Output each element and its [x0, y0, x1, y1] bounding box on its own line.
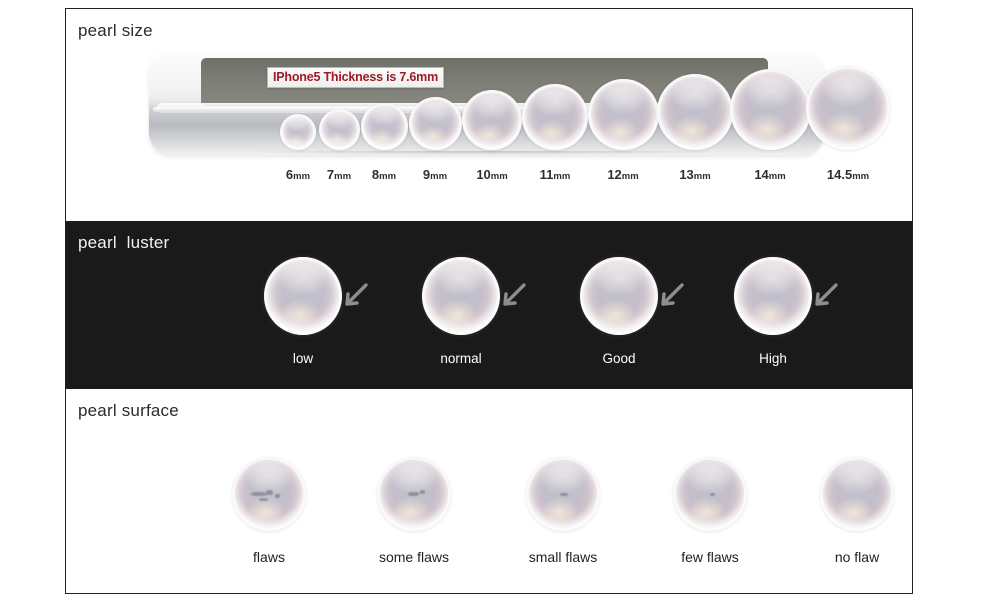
pearl-surface-small-flaws [526, 457, 600, 531]
pearl-luster-normal [422, 257, 500, 335]
pearl-luster-low [264, 257, 342, 335]
pearl-surface-blemish [408, 491, 420, 496]
pearl-size-label: 11mm [539, 167, 571, 182]
pearl-size-label: 14mm [754, 167, 786, 182]
pearl-surface-blemish [274, 494, 280, 498]
pearl-size-label: 13mm [679, 167, 711, 182]
luster-pointer-arrow-icon [503, 283, 526, 306]
pearl-size-10mm [462, 90, 522, 150]
pearl-luster-good [580, 257, 658, 335]
pearl-surface-label: no flaw [834, 549, 880, 565]
section-title-pearl-size: pearl size [78, 21, 153, 40]
luster-pointer-arrow-icon [815, 283, 838, 306]
luster-pointer-arrow-icon [661, 283, 684, 306]
pearl-surface-no-flaw [820, 457, 894, 531]
pearl-grading-chart: pearl size IPhone5 Thickness is 7.6mm 6m… [65, 8, 913, 594]
pearl-size-label: 10mm [476, 167, 508, 182]
pearl-size-label: 6mm [285, 167, 311, 182]
pearl-surface-blemish [419, 490, 425, 495]
pearl-surface-label: some flaws [378, 549, 450, 565]
pearl-surface-flaws [232, 457, 306, 531]
pearl-surface-label: flaws [253, 549, 285, 565]
luster-pointer-arrow-icon [345, 283, 368, 306]
pearl-size-9mm [408, 97, 462, 150]
pearl-luster-label: normal [440, 351, 482, 366]
pearl-surface-blemish [251, 491, 268, 496]
section-title-pearl-surface: pearl surface [78, 401, 179, 420]
pearl-surface-some-flaws [377, 457, 451, 531]
pearl-size-7mm [318, 109, 360, 150]
pearl-size-label: 14.5mm [826, 167, 870, 182]
pearl-luster-label: Good [602, 351, 636, 366]
pearl-size-14mm [729, 69, 811, 150]
section-pearl-luster: pearl luster low normal Good High [66, 221, 912, 389]
pearl-size-8mm [360, 103, 408, 150]
pearl-luster-label: low [292, 351, 314, 366]
iphone-shadow [159, 151, 814, 160]
pearl-size-11mm [522, 84, 588, 150]
pearl-luster-high [734, 257, 812, 335]
section-pearl-surface: pearl surface flaws some flaws small flaws… [66, 389, 912, 593]
pearl-surface-blemish [560, 492, 569, 496]
pearl-surface-label: few flaws [681, 549, 739, 565]
pearl-size-14.5mm [806, 66, 890, 150]
pearl-surface-label: small flaws [528, 549, 598, 565]
section-title-pearl-luster: pearl luster [78, 233, 170, 252]
pearl-size-6mm [280, 114, 316, 150]
pearl-size-label: 9mm [422, 167, 448, 182]
pearl-surface-few-flaws [673, 457, 747, 531]
pearl-size-label: 7mm [326, 167, 352, 182]
pearl-size-label: 8mm [371, 167, 397, 182]
pearl-surface-blemish [266, 489, 274, 495]
iphone-thickness-callout: IPhone5 Thickness is 7.6mm [267, 67, 445, 88]
section-pearl-size: pearl size IPhone5 Thickness is 7.6mm 6m… [66, 9, 912, 221]
pearl-surface-blemish [710, 493, 715, 496]
pearl-size-label: 12mm [607, 167, 639, 182]
pearl-size-13mm [657, 74, 733, 150]
pearl-luster-label: High [759, 351, 787, 366]
pearl-surface-blemish [258, 497, 268, 501]
pearl-size-12mm [587, 79, 659, 150]
